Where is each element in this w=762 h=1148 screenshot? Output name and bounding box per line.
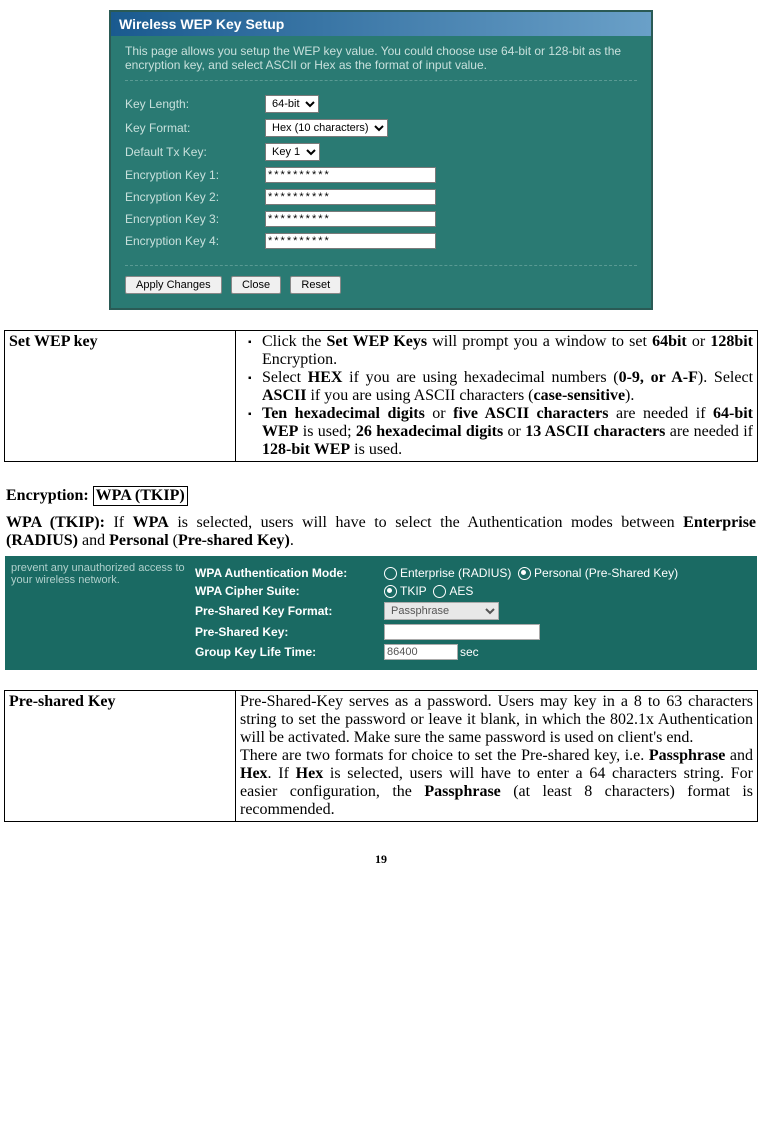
default-tx-select[interactable]: Key 1 <box>265 143 320 161</box>
gklt-label: Group Key Life Time: <box>195 645 384 659</box>
auth-mode-label: WPA Authentication Mode: <box>195 566 384 580</box>
page-number: 19 <box>0 852 762 867</box>
window-title: Wireless WEP Key Setup <box>111 12 651 36</box>
enc-key1-input[interactable] <box>265 167 436 183</box>
personal-radio[interactable] <box>518 567 531 580</box>
aes-label: AES <box>449 584 473 598</box>
table1-right: Click the Set WEP Keys will prompt you a… <box>236 331 758 462</box>
key-format-select[interactable]: Hex (10 characters) <box>265 119 388 137</box>
wpa-side-text: prevent any unauthorized access to your … <box>5 556 195 670</box>
reset-button[interactable]: Reset <box>290 276 341 294</box>
enc-key3-input[interactable] <box>265 211 436 227</box>
table2-left: Pre-shared Key <box>5 691 236 822</box>
key-length-select[interactable]: 64-bit <box>265 95 319 113</box>
encryption-heading: Encryption: WPA (TKIP) <box>6 486 756 506</box>
wep-setup-window: Wireless WEP Key Setup This page allows … <box>109 10 653 310</box>
table1-item2: Select HEX if you are using hexadecimal … <box>252 369 753 405</box>
cipher-label: WPA Cipher Suite: <box>195 584 384 598</box>
wpa-panel: prevent any unauthorized access to your … <box>5 556 757 670</box>
enc-key4-input[interactable] <box>265 233 436 249</box>
aes-radio[interactable] <box>433 585 446 598</box>
wpa-description: WPA (TKIP): If WPA is selected, users wi… <box>6 514 756 550</box>
wep-description: This page allows you setup the WEP key v… <box>125 44 637 81</box>
key-length-label: Key Length: <box>125 97 265 111</box>
enterprise-label: Enterprise (RADIUS) <box>400 566 511 580</box>
close-button[interactable]: Close <box>231 276 281 294</box>
apply-button[interactable]: Apply Changes <box>125 276 222 294</box>
psk-label: Pre-Shared Key: <box>195 625 384 639</box>
preshared-key-table: Pre-shared Key Pre-Shared-Key serves as … <box>4 690 758 822</box>
key-format-label: Key Format: <box>125 121 265 135</box>
enterprise-radio[interactable] <box>384 567 397 580</box>
psk-input[interactable] <box>384 624 540 640</box>
table1-item3: Ten hexadecimal digits or five ASCII cha… <box>252 405 753 459</box>
enc-key3-label: Encryption Key 3: <box>125 212 265 226</box>
tkip-label: TKIP <box>400 584 427 598</box>
tkip-radio[interactable] <box>384 585 397 598</box>
psk-format-label: Pre-Shared Key Format: <box>195 604 384 618</box>
enc-key2-input[interactable] <box>265 189 436 205</box>
table2-right: Pre-Shared-Key serves as a password. Use… <box>236 691 758 822</box>
set-wep-key-table: Set WEP key Click the Set WEP Keys will … <box>4 330 758 462</box>
enc-key4-label: Encryption Key 4: <box>125 234 265 248</box>
enc-key1-label: Encryption Key 1: <box>125 168 265 182</box>
psk-format-select[interactable]: Passphrase <box>384 602 499 620</box>
table1-item1: Click the Set WEP Keys will prompt you a… <box>252 333 753 369</box>
table1-left: Set WEP key <box>5 331 236 462</box>
gklt-input[interactable] <box>384 644 458 660</box>
default-tx-label: Default Tx Key: <box>125 145 265 159</box>
gklt-unit: sec <box>460 645 479 659</box>
enc-key2-label: Encryption Key 2: <box>125 190 265 204</box>
personal-label: Personal (Pre-Shared Key) <box>534 566 678 580</box>
